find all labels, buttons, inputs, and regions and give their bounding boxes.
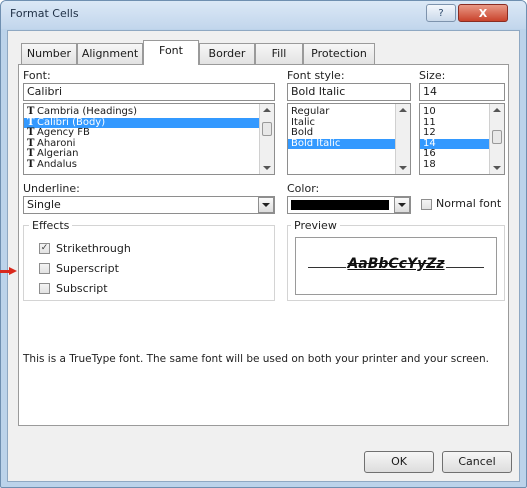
font-item-label: Calibri (Body) <box>37 116 106 128</box>
scroll-thumb[interactable] <box>262 122 272 136</box>
checkmark-icon: ✓ <box>40 243 49 253</box>
underline-label: Underline: <box>23 182 80 195</box>
truetype-icon: T <box>27 148 35 159</box>
scroll-down-icon[interactable] <box>493 166 501 170</box>
superscript-checkbox[interactable] <box>39 263 50 274</box>
tab-alignment[interactable]: Alignment <box>77 43 143 64</box>
truetype-icon: T <box>27 106 35 117</box>
truetype-icon: T <box>27 127 35 138</box>
tab-protection[interactable]: Protection <box>303 43 375 64</box>
superscript-label[interactable]: Superscript <box>56 262 119 275</box>
font-style-scrollbar[interactable] <box>395 104 410 174</box>
font-input[interactable]: Calibri <box>23 83 275 101</box>
chevron-down-icon <box>398 203 406 207</box>
underline-dropdown-button[interactable] <box>258 197 274 213</box>
tab-font[interactable]: Font <box>143 40 199 65</box>
font-style-list[interactable]: Regular Italic Bold Bold Italic <box>287 103 411 175</box>
annotation-arrow-icon <box>0 267 18 276</box>
scroll-up-icon[interactable] <box>493 108 501 112</box>
font-item-label: Aharoni <box>37 137 76 149</box>
color-label: Color: <box>287 182 320 195</box>
dialog-body: Number Alignment Font Border Fill Protec… <box>7 30 520 482</box>
scroll-up-icon[interactable] <box>263 108 271 112</box>
annotation-arrow-head <box>9 267 17 275</box>
scroll-up-icon[interactable] <box>399 108 407 112</box>
color-select[interactable] <box>287 196 411 214</box>
font-list[interactable]: T Cambria (Headings) T Calibri (Body) T Age… <box>23 103 275 175</box>
chevron-down-icon <box>262 203 270 207</box>
preview-sample-text: AaBbCcYyZz <box>347 256 445 272</box>
font-item-label: Andalus <box>37 158 77 170</box>
font-style-input[interactable]: Bold Italic <box>287 83 411 101</box>
scroll-down-icon[interactable] <box>263 166 271 170</box>
tab-number[interactable]: Number <box>21 43 77 64</box>
dialog-title: Format Cells <box>10 7 79 20</box>
font-style-item[interactable]: Regular <box>288 106 410 118</box>
size-list[interactable]: 10 11 12 14 16 18 <box>419 103 505 175</box>
scroll-down-icon[interactable] <box>399 166 407 170</box>
font-item-label: Agency FB <box>37 127 90 138</box>
tab-border[interactable]: Border <box>199 43 255 64</box>
size-list-scrollbar[interactable] <box>489 104 504 174</box>
font-style-label: Font style: <box>287 69 345 82</box>
font-tab-panel: Font: Calibri T Cambria (Headings) T Calib… <box>18 64 509 426</box>
help-button[interactable]: ? <box>426 4 456 22</box>
color-dropdown-button[interactable] <box>394 197 410 213</box>
tab-fill[interactable]: Fill <box>255 43 303 64</box>
size-label: Size: <box>419 69 446 82</box>
subscript-checkbox[interactable] <box>39 283 50 294</box>
truetype-icon: T <box>27 158 35 170</box>
ok-button[interactable]: OK <box>364 451 434 473</box>
font-list-item[interactable]: T Andalus <box>24 158 274 171</box>
font-item-label: Algerian <box>37 148 79 159</box>
close-button[interactable]: X <box>458 4 508 22</box>
color-swatch <box>291 200 389 210</box>
preview-box: AaBbCcYyZz <box>295 237 497 295</box>
effects-label: Effects <box>29 219 73 232</box>
font-list-scrollbar[interactable] <box>259 104 274 174</box>
underline-select[interactable]: Single <box>23 196 275 214</box>
font-description: This is a TrueType font. The same font w… <box>23 353 489 365</box>
normal-font-checkbox[interactable] <box>421 199 432 210</box>
scroll-thumb[interactable] <box>492 130 502 144</box>
normal-font-label[interactable]: Normal font <box>436 197 501 210</box>
cancel-button[interactable]: Cancel <box>442 451 512 473</box>
subscript-label[interactable]: Subscript <box>56 282 108 295</box>
font-label: Font: <box>23 69 51 82</box>
font-style-item[interactable]: Bold Italic <box>288 138 410 149</box>
font-style-item[interactable]: Bold <box>288 127 410 139</box>
strikethrough-label[interactable]: Strikethrough <box>56 242 131 255</box>
preview-label: Preview <box>291 219 340 232</box>
size-input[interactable]: 14 <box>419 83 505 101</box>
strikethrough-checkbox[interactable]: ✓ <box>39 243 50 254</box>
font-item-label: Cambria (Headings) <box>37 106 138 117</box>
